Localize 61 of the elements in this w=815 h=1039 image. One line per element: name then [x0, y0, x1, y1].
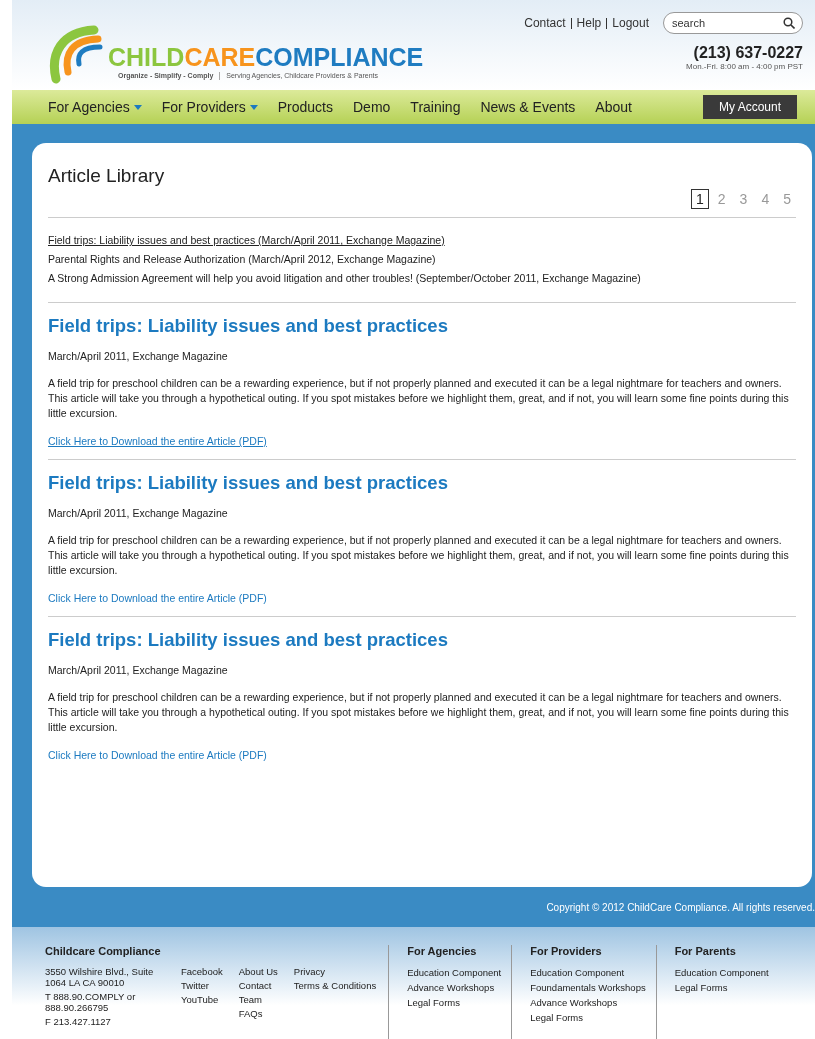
article-source: March/April 2011, Exchange Magazine — [48, 507, 229, 519]
footer-link[interactable]: Legal Forms — [674, 982, 769, 993]
search-icon[interactable] — [783, 17, 795, 29]
page-number[interactable]: 1 — [691, 189, 709, 209]
caret-icon — [249, 104, 258, 110]
nav-item[interactable]: Products — [277, 99, 333, 115]
address-line: T 888.90.COMPLY or 888.90.266795 — [45, 991, 137, 1013]
search-field[interactable]: search — [663, 12, 803, 34]
footer-heading: For Agencies — [407, 945, 478, 957]
footer-link[interactable]: Team — [238, 994, 278, 1005]
address-line: 3550 Wilshire Blvd., Suite 1064 LA CA 90010 — [45, 966, 155, 988]
footer-link[interactable]: Twitter — [181, 980, 223, 991]
top-link[interactable]: Help — [576, 16, 602, 30]
footer-heading: For Parents — [674, 945, 737, 957]
top-link[interactable]: Logout — [612, 16, 649, 30]
footer-link[interactable]: Education Component — [530, 967, 646, 978]
article-source: March/April 2011, Exchange Magazine — [48, 350, 229, 362]
office-hours: Mon.-Fri. 8:00 am - 4:00 pm PST — [686, 62, 803, 71]
download-link[interactable]: Click Here to Download the entire Article (PDF) — [48, 592, 267, 604]
copyright-text: Copyright © 2012 ChildCare Compliance. All rights reserved. — [545, 901, 815, 915]
caret-icon — [133, 104, 142, 110]
footer-link[interactable]: Legal Forms — [407, 997, 502, 1008]
address-line: F 213.427.1127 — [45, 1016, 112, 1027]
nav-item[interactable]: Demo — [353, 99, 391, 115]
footer-link[interactable]: YouTube — [181, 994, 223, 1005]
footer-link[interactable]: Legal Forms — [530, 1012, 646, 1023]
phone-number: (213) 637-0227 — [693, 44, 803, 62]
article-title: Field trips: Liability issues and best practices — [48, 315, 449, 337]
footer-link[interactable]: Contact — [238, 980, 278, 991]
nav-item[interactable]: News & Events — [480, 99, 576, 115]
article-summary: A field trip for preschool children can be a rewarding experience, but if not properly planned and executed it can be a legal nightmare for teachers and owners. This article will take you through a hypothetical outing. If you spot mistakes before we highlight them, great, and if not, you will learn some fine points during this little excursion. — [48, 533, 790, 578]
footer-link[interactable]: Facebook — [181, 966, 223, 977]
footer-link[interactable]: Terms & Conditions — [293, 980, 377, 991]
download-link[interactable]: Click Here to Download the entire Article (PDF) — [48, 435, 267, 447]
nav-item[interactable]: For Agencies — [48, 99, 142, 115]
footer-link[interactable]: Privacy — [293, 966, 377, 977]
article-link[interactable]: Field trips: Liability issues and best practices (March/April 2011, Exchange Magazine) — [48, 234, 445, 246]
article-title: Field trips: Liability issues and best practices — [48, 629, 449, 651]
article-summary: A field trip for preschool children can be a rewarding experience, but if not properly planned and executed it can be a legal nightmare for teachers and owners. This article will take you through a hypothetical outing. If you spot mistakes before we highlight them, great, and if not, you will learn some fine points during this little excursion. — [48, 690, 790, 735]
top-link[interactable]: Contact — [524, 16, 566, 30]
my-account-button[interactable]: My Account — [702, 95, 797, 119]
footer-link[interactable]: Foundamentals Workshops — [530, 982, 646, 993]
footer-link[interactable]: Education Component — [407, 967, 502, 978]
nav-item[interactable]: For Providers — [161, 99, 258, 115]
brand-name: CHILDCARECOMPLIANCE — [108, 44, 424, 70]
footer-heading: For Providers — [530, 945, 603, 957]
article-summary: A field trip for preschool children can be a rewarding experience, but if not properly planned and executed it can be a legal nightmare for teachers and owners. This article will take you through a hypothetical outing. If you spot mistakes before we highlight them, great, and if not, you will learn some fine points during this little excursion. — [48, 376, 790, 421]
nav-item[interactable]: About — [595, 99, 632, 115]
footer-heading: Childcare Compliance — [45, 945, 162, 957]
page-title: Article Library — [48, 165, 165, 188]
footer-link[interactable]: FAQs — [238, 1008, 278, 1019]
article-link[interactable]: Parental Rights and Release Authorization (March/April 2012, Exchange Magazine) — [48, 253, 436, 265]
article-source: March/April 2011, Exchange Magazine — [48, 664, 229, 676]
article-title: Field trips: Liability issues and best practices — [48, 472, 449, 494]
download-link[interactable]: Click Here to Download the entire Article (PDF) — [48, 749, 267, 761]
footer-link[interactable]: Advance Workshops — [407, 982, 502, 993]
footer-link[interactable]: Education Component — [674, 967, 769, 978]
article-link[interactable]: A Strong Admission Agreement will help you avoid litigation and other troubles! (September/October 2011, Exchange Magazine) — [48, 272, 641, 284]
nav-item[interactable]: Training — [410, 99, 461, 115]
footer-link[interactable]: About Us — [238, 966, 278, 977]
footer-link[interactable]: Advance Workshops — [530, 997, 646, 1008]
